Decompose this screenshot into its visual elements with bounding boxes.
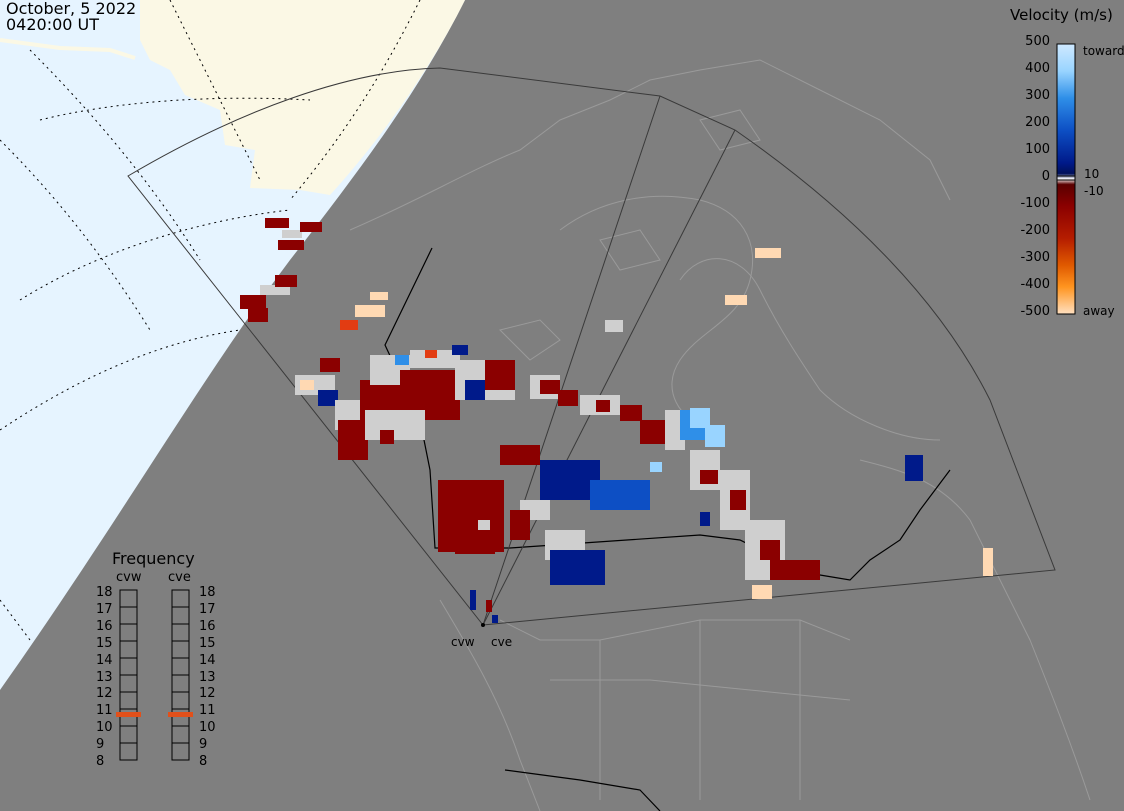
- colorbar-tick-label: 0: [1041, 169, 1050, 184]
- freq-scale-label: 9: [199, 737, 208, 753]
- small-tick-neg: -10: [1084, 184, 1104, 198]
- freq-scale-label: 17: [96, 601, 113, 617]
- small-tick-pos: 10: [1084, 167, 1100, 181]
- colorbar-tick-label: -500: [1020, 304, 1050, 319]
- freq-scale-label: 11: [96, 703, 113, 719]
- colorbar-tick-label: 100: [1025, 142, 1050, 157]
- near-range-scatter: [438, 445, 710, 585]
- freq-scale-label: 16: [199, 618, 216, 634]
- frequency-gauges: [116, 589, 193, 761]
- toward-label: toward: [1083, 44, 1124, 58]
- freq-scale-label: 12: [199, 686, 216, 702]
- away-label: away: [1083, 304, 1115, 318]
- legend-title: Velocity (m/s): [1010, 6, 1113, 24]
- map-canvas: [0, 0, 1091, 811]
- freq-scale-label: 18: [96, 585, 113, 600]
- radar-name-cve: cve: [168, 570, 191, 585]
- freq-scale-label: 8: [199, 754, 208, 769]
- colorbar-tick-label: 500: [1025, 34, 1050, 49]
- freq-scale-label: 17: [199, 601, 216, 617]
- site-label-cvw: cvw: [451, 635, 475, 649]
- freq-scale-label: 8: [96, 754, 105, 769]
- radar-map: October, 5 2022 0420:00 UT Velocity (m/s…: [0, 0, 1124, 811]
- frequency-title: Frequency: [112, 549, 195, 568]
- freq-scale-label: 15: [96, 635, 113, 651]
- freq-scale-label: 10: [96, 720, 113, 736]
- radar-name-cvw: cvw: [116, 570, 142, 585]
- colorbar-tick-label: 400: [1025, 61, 1050, 76]
- colorbar-tick-label: -400: [1020, 277, 1050, 292]
- freq-scale-label: 14: [96, 652, 113, 668]
- colorbar-tick-label: -100: [1020, 196, 1050, 211]
- title-time: 0420:00 UT: [6, 15, 100, 34]
- freq-scale-label: 15: [199, 635, 216, 651]
- freq-scale-label: 14: [199, 652, 216, 668]
- freq-scale-label: 16: [96, 618, 113, 634]
- colorbar-tick-label: -200: [1020, 223, 1050, 238]
- colorbar-tick-label: 300: [1025, 88, 1050, 103]
- main-arc-scatter: [295, 345, 993, 599]
- freq-scale-label: 9: [96, 737, 105, 753]
- colorbar-tick-label: 200: [1025, 115, 1050, 130]
- freq-scale-label: 12: [96, 686, 113, 702]
- freq-scale-label: 13: [199, 669, 216, 685]
- colorbar-tick-label: -300: [1020, 250, 1050, 265]
- velocity-colorbar: [1056, 43, 1076, 315]
- freq-scale-label: 18: [199, 585, 216, 600]
- freq-scale-label: 11: [199, 703, 216, 719]
- freq-scale-label: 13: [96, 669, 113, 685]
- cvw-scatter: [240, 218, 781, 332]
- freq-scale-label: 10: [199, 720, 216, 736]
- site-label-cve: cve: [491, 635, 513, 649]
